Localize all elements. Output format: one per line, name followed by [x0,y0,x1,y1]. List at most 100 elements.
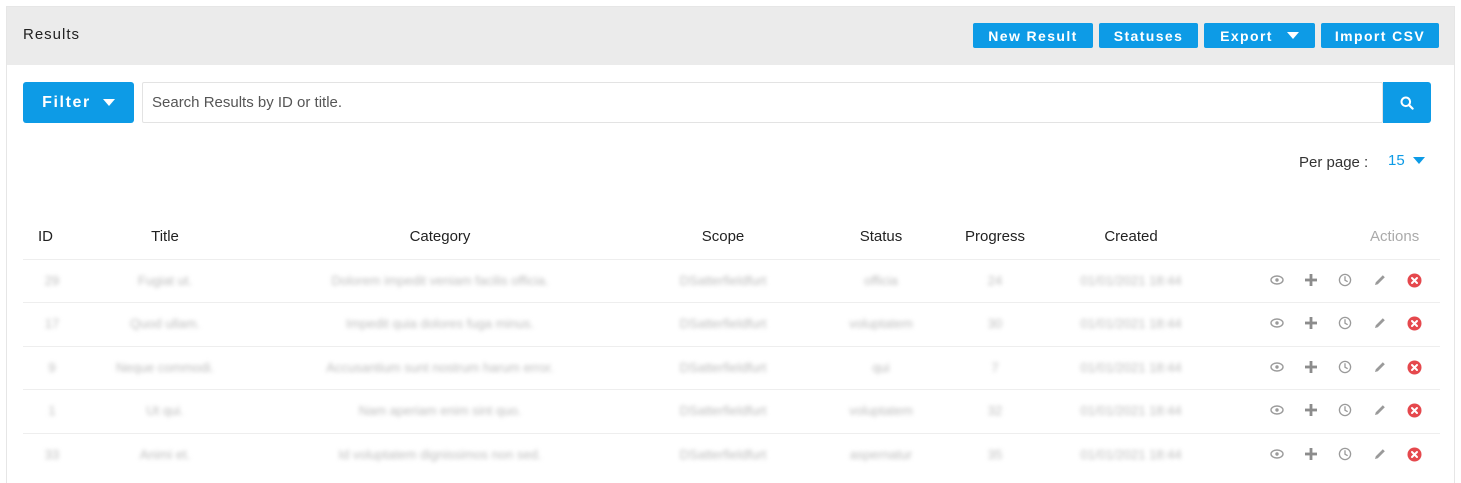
cell-title: Neque commodi. [115,360,215,375]
search-input[interactable] [142,82,1383,123]
clock-action-button[interactable] [1337,272,1353,288]
new-result-button[interactable]: New Result [973,23,1093,48]
clock-action-button[interactable] [1337,446,1353,462]
cell-created: 01/01/2021 18:44 [1080,403,1182,418]
delete-icon [1407,273,1422,288]
cell-created: 01/01/2021 18:44 [1080,316,1182,331]
cell-title: Animi et. [139,447,191,462]
clock-icon [1338,403,1352,417]
export-button[interactable]: Export [1204,23,1315,48]
filter-button[interactable]: Filter [23,82,134,123]
clock-icon [1338,360,1352,374]
delete-action-button[interactable] [1406,402,1422,418]
search-icon [1400,96,1414,110]
pencil-action-button[interactable] [1372,315,1388,331]
eye-icon [1270,360,1284,374]
column-header-category[interactable]: Category [410,228,471,245]
table-row[interactable]: 29 Fugiat ut. Dolorem impedit veniam facil… [23,259,1440,302]
pencil-action-button[interactable] [1372,359,1388,375]
cell-scope: DSatterfieldfurt [679,360,767,375]
import-csv-button[interactable]: Import CSV [1321,23,1439,48]
plus-action-button[interactable] [1303,272,1319,288]
cell-title: Quod ullam. [129,316,201,331]
eye-icon [1270,273,1284,287]
per-page-value: 15 [1388,152,1405,169]
cell-id: 17 [44,316,60,331]
cell-progress: 7 [991,360,999,375]
caret-down-icon [1286,32,1299,39]
eye-icon [1270,403,1284,417]
pencil-action-button[interactable] [1372,402,1388,418]
delete-icon [1407,360,1422,375]
plus-icon [1304,447,1318,461]
per-page-label: Per page : [1299,154,1369,171]
clock-action-button[interactable] [1337,402,1353,418]
pencil-action-button[interactable] [1372,446,1388,462]
cell-id: 1 [48,403,56,418]
cell-title: Ut qui. [146,403,184,418]
cell-title: Fugiat ut. [137,273,193,288]
pencil-icon [1373,273,1387,287]
eye-action-button[interactable] [1269,272,1285,288]
table-row[interactable]: 9 Neque commodi. Accusantium sunt nostrum … [23,346,1440,389]
delete-action-button[interactable] [1406,446,1422,462]
cell-category: Id voluptatem dignissimos non sed. [338,447,542,462]
cell-status: voluptatem [849,316,913,331]
column-header-scope[interactable]: Scope [702,228,745,245]
clock-action-button[interactable] [1337,359,1353,375]
plus-icon [1304,273,1318,287]
caret-down-icon [1412,157,1425,164]
pencil-icon [1373,360,1387,374]
plus-action-button[interactable] [1303,446,1319,462]
statuses-button[interactable]: Statuses [1099,23,1198,48]
cell-scope: DSatterfieldfurt [679,316,767,331]
cell-scope: DSatterfieldfurt [679,273,767,288]
search-button[interactable] [1383,82,1431,123]
plus-action-button[interactable] [1303,315,1319,331]
column-header-actions: Actions [1370,228,1420,245]
statuses-label: Statuses [1113,27,1184,44]
delete-icon [1407,403,1422,418]
plus-icon [1304,316,1318,330]
eye-icon [1270,447,1284,461]
cell-progress: 32 [987,403,1003,418]
column-header-id[interactable]: ID [38,228,53,245]
delete-action-button[interactable] [1406,315,1422,331]
export-label: Export [1220,27,1273,44]
cell-created: 01/01/2021 18:44 [1080,273,1182,288]
eye-action-button[interactable] [1269,359,1285,375]
eye-icon [1270,316,1284,330]
cell-category: Dolorem impedit veniam facilis officia. [331,273,549,288]
cell-id: 33 [44,447,60,462]
table-row[interactable]: 17 Quod ullam. Impedit quia dolores fuga m… [23,302,1440,345]
eye-action-button[interactable] [1269,315,1285,331]
table-row[interactable]: 33 Animi et. Id voluptatem dignissimos non… [23,433,1440,476]
plus-action-button[interactable] [1303,359,1319,375]
plus-action-button[interactable] [1303,402,1319,418]
table-row[interactable]: 1 Ut qui. Nam aperiam enim sint quo. DSatte… [23,389,1440,432]
cell-category: Impedit quia dolores fuga minus. [346,316,534,331]
pencil-icon [1373,316,1387,330]
new-result-label: New Result [988,27,1078,44]
delete-action-button[interactable] [1406,272,1422,288]
eye-action-button[interactable] [1269,402,1285,418]
eye-action-button[interactable] [1269,446,1285,462]
pencil-icon [1373,403,1387,417]
results-panel: Results New Result Statuses Export Impor… [6,6,1455,483]
pencil-action-button[interactable] [1372,272,1388,288]
column-header-progress[interactable]: Progress [965,228,1025,245]
cell-scope: DSatterfieldfurt [679,447,767,462]
column-header-created[interactable]: Created [1104,228,1157,245]
delete-icon [1407,447,1422,462]
column-header-status[interactable]: Status [860,228,903,245]
column-header-title[interactable]: Title [151,228,179,245]
cell-category: Nam aperiam enim sint quo. [358,403,522,418]
caret-down-icon [102,99,115,106]
pencil-icon [1373,447,1387,461]
delete-action-button[interactable] [1406,359,1422,375]
clock-action-button[interactable] [1337,315,1353,331]
panel-header: Results New Result Statuses Export Impor… [7,7,1454,65]
per-page-select[interactable]: 15 [1388,152,1425,169]
clock-icon [1338,273,1352,287]
cell-progress: 30 [987,316,1003,331]
